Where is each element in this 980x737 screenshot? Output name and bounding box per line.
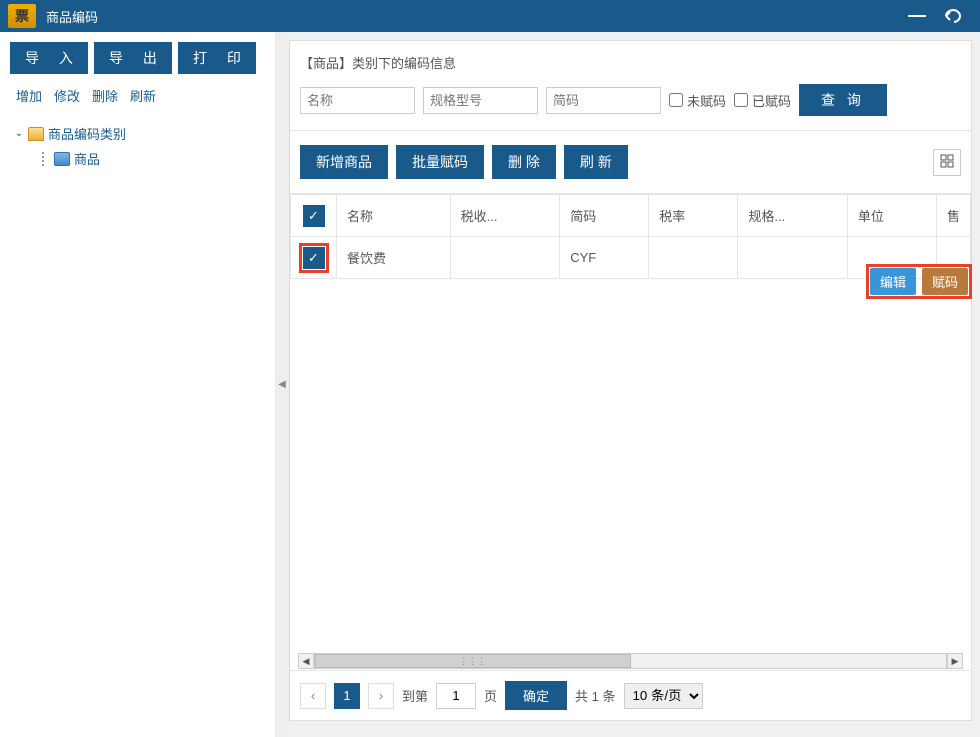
print-button[interactable]: 打 印 [178, 42, 256, 74]
scroll-right-icon[interactable]: ▶ [947, 653, 963, 669]
tree-root[interactable]: ⌄ 商品编码类别 [14, 121, 260, 146]
row-actions: 编辑 赋码 [870, 268, 968, 295]
uncoded-checkbox[interactable]: 未赋码 [669, 91, 726, 110]
window-title: 商品编码 [46, 7, 900, 26]
query-button[interactable]: 查 询 [799, 84, 887, 116]
tree-child[interactable]: 商品 [42, 146, 260, 171]
tree-connector-icon [42, 152, 44, 166]
link-add[interactable]: 增加 [16, 86, 42, 105]
col-short[interactable]: 简码 [560, 195, 649, 237]
edit-row-button[interactable]: 编辑 [870, 268, 916, 295]
goto-label: 到第 [402, 686, 428, 705]
collapse-icon[interactable]: ⌄ [14, 128, 24, 139]
tree-child-label: 商品 [74, 149, 100, 168]
splitter[interactable]: ◀ [275, 32, 289, 737]
table-row[interactable]: ✓ 餐饮费 CYF [291, 237, 971, 279]
filter-name-input[interactable] [300, 87, 415, 114]
sidebar: 导 入 导 出 打 印 增加 修改 删除 刷新 ⌄ 商品编码类别 商品 [0, 32, 275, 737]
col-tax[interactable]: 税收... [450, 195, 560, 237]
cell-short: CYF [560, 237, 649, 279]
col-name[interactable]: 名称 [337, 195, 451, 237]
main-panel: 【商品】类别下的编码信息 未赋码 已赋码 查 询 新增商品 批量赋码 删 除 刷… [289, 32, 980, 737]
col-price[interactable]: 售 [936, 195, 970, 237]
cell-rate [649, 237, 738, 279]
col-rate[interactable]: 税率 [649, 195, 738, 237]
product-table: ✓ 名称 税收... 简码 税率 规格... 单位 售 ✓ 餐饮费 CYF [290, 194, 971, 279]
assign-code-button[interactable]: 赋码 [922, 268, 968, 295]
total-label: 共 1 条 [575, 686, 615, 705]
cell-tax [450, 237, 560, 279]
minimize-button[interactable] [900, 11, 934, 21]
link-refresh[interactable]: 刷新 [130, 86, 156, 105]
cell-name: 餐饮费 [337, 237, 451, 279]
tree-root-label: 商品编码类别 [48, 124, 126, 143]
filter-short-input[interactable] [546, 87, 661, 114]
folder-open-icon [28, 127, 44, 141]
col-unit[interactable]: 单位 [847, 195, 936, 237]
back-button[interactable] [934, 4, 972, 28]
tree: ⌄ 商品编码类别 商品 [0, 115, 274, 177]
row-checkbox[interactable]: ✓ [303, 247, 325, 269]
goto-confirm-button[interactable]: 确定 [505, 681, 567, 710]
panel-title: 【商品】类别下的编码信息 [290, 41, 971, 84]
import-button[interactable]: 导 入 [10, 42, 88, 74]
link-delete[interactable]: 删除 [92, 86, 118, 105]
horizontal-scrollbar[interactable]: ◀ ⋮⋮⋮ ▶ [298, 652, 963, 670]
batch-code-button[interactable]: 批量赋码 [396, 145, 484, 179]
col-spec[interactable]: 规格... [738, 195, 848, 237]
goto-input[interactable] [436, 683, 476, 709]
export-button[interactable]: 导 出 [94, 42, 172, 74]
cell-spec [738, 237, 848, 279]
filter-bar: 未赋码 已赋码 查 询 [290, 84, 971, 131]
sidebar-links: 增加 修改 删除 刷新 [0, 80, 274, 115]
select-all-checkbox[interactable]: ✓ [303, 205, 325, 227]
page-suffix: 页 [484, 686, 497, 705]
link-edit[interactable]: 修改 [54, 86, 80, 105]
toolbar: 新增商品 批量赋码 删 除 刷 新 [290, 131, 971, 194]
titlebar: 票 商品编码 [0, 0, 980, 32]
per-page-select[interactable]: 10 条/页 [624, 683, 703, 709]
coded-checkbox[interactable]: 已赋码 [734, 91, 791, 110]
pager: ‹ 1 › 到第 页 确定 共 1 条 10 条/页 [290, 670, 971, 720]
app-logo-icon: 票 [8, 4, 36, 28]
refresh-button[interactable]: 刷 新 [564, 145, 628, 179]
filter-spec-input[interactable] [423, 87, 538, 114]
folder-icon [54, 152, 70, 166]
add-product-button[interactable]: 新增商品 [300, 145, 388, 179]
delete-button[interactable]: 删 除 [492, 145, 556, 179]
next-page-button[interactable]: › [368, 683, 394, 709]
scroll-left-icon[interactable]: ◀ [298, 653, 314, 669]
page-1-button[interactable]: 1 [334, 683, 360, 709]
column-settings-button[interactable] [933, 149, 961, 176]
prev-page-button[interactable]: ‹ [300, 683, 326, 709]
